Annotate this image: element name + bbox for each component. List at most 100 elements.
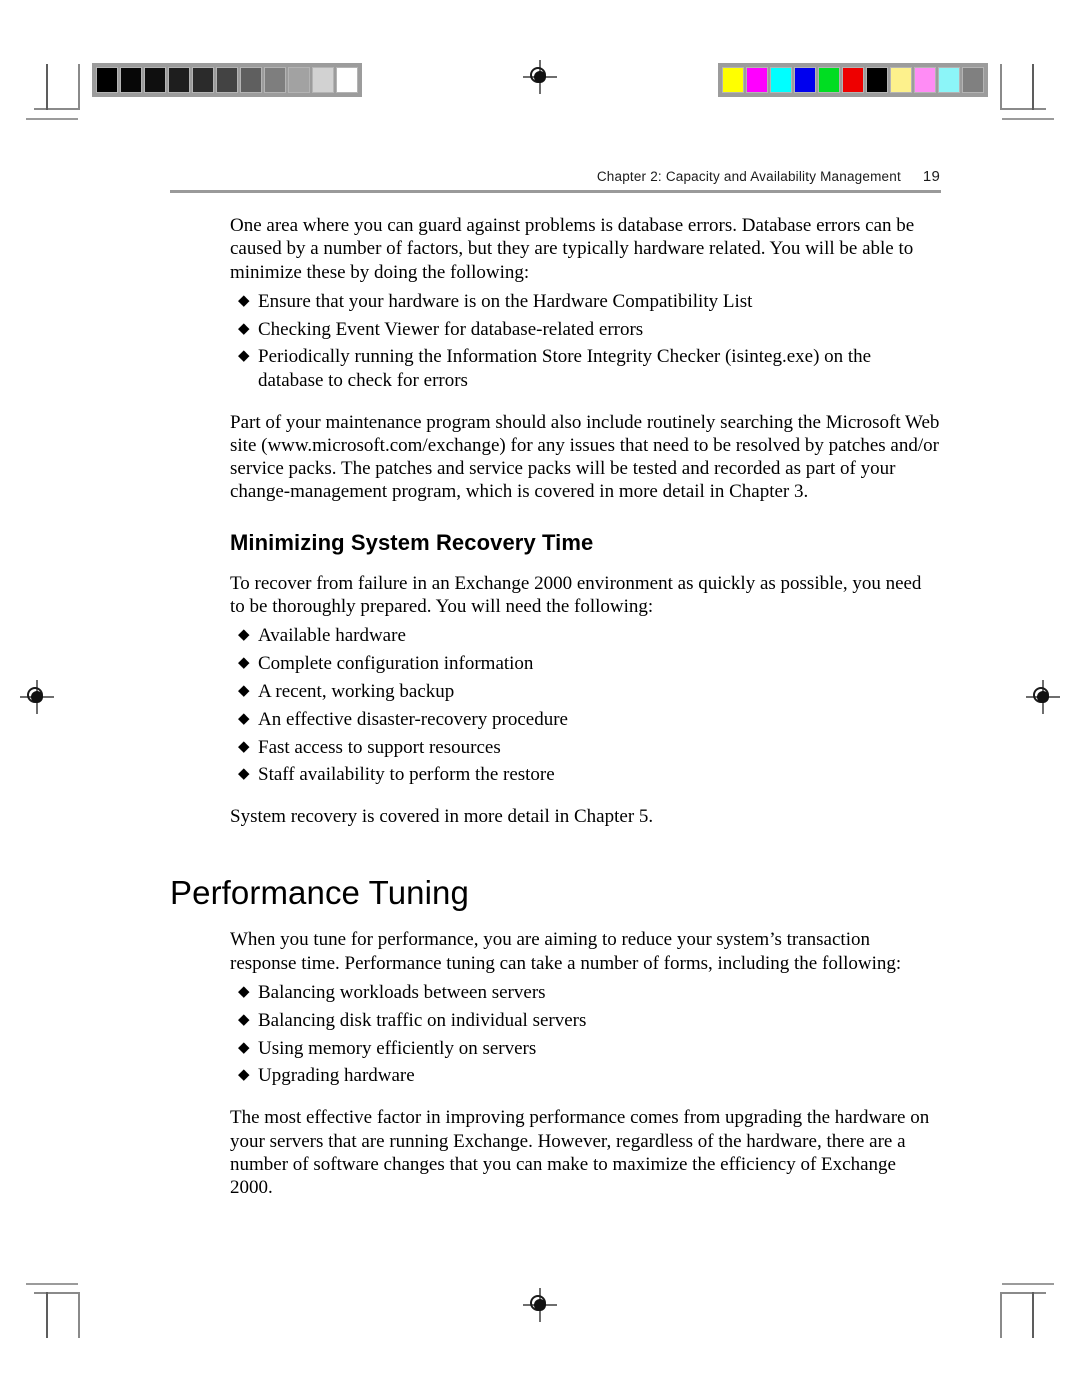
crop-tick-bottom-left [46,1292,48,1338]
calibration-patch-0 [722,67,744,93]
calibration-patch-9 [312,67,334,93]
diamond-bullet-icon: ◆ [238,1039,250,1056]
running-head-title: Chapter 2: Capacity and Availability Man… [596,169,901,184]
body-paragraph: Part of your maintenance program should … [230,411,940,503]
calibration-patch-3 [168,67,190,93]
calibration-patch-5 [842,67,864,93]
list-item-label: Using memory efficiently on servers [258,1037,537,1059]
crop-tick-bottom-right-bar [1002,1283,1054,1285]
page-number: 19 [922,168,940,185]
list-item-label: Upgrading hardware [258,1065,415,1087]
calibration-patch-8 [288,67,310,93]
body-paragraph: When you tune for performance, you are a… [230,929,902,974]
list-item: ◆ Periodically running the Information St… [230,345,940,392]
section-heading: Minimizing System Recovery Time [230,529,594,555]
diamond-bullet-icon: ◆ [238,292,250,309]
calibration-patch-3 [794,67,816,93]
diamond-bullet-icon: ◆ [238,627,250,644]
registration-target-icon-top [523,60,557,94]
crop-tick-bottom-left-bar [26,1283,78,1285]
calibration-patch-1 [120,67,142,93]
body-paragraph: To recover from failure in an Exchange 2… [230,572,922,618]
crop-mark-top-right-vertical [1000,64,1002,110]
body-paragraph: One area where you can guard against pro… [230,215,915,283]
calibration-patch-0 [96,67,118,93]
diamond-bullet-icon: ◆ [238,1011,250,1028]
list-item-label: A recent, working backup [258,680,455,702]
bullet-list: ◆ Ensure that your hardware is on the Har… [230,290,940,392]
calibration-patch-4 [192,67,214,93]
calibration-patch-10 [336,67,358,93]
list-item: ◆ Staff availability to perform the resto… [230,763,940,786]
calibration-patch-2 [770,67,792,93]
calibration-patch-9 [938,67,960,93]
calibration-patch-5 [216,67,238,93]
diamond-bullet-icon: ◆ [238,766,250,783]
crop-mark-bottom-left-horizontal [34,1292,80,1294]
crop-tick-top-left-bar [26,118,78,120]
crop-mark-bottom-right-horizontal [1000,1292,1046,1294]
calibration-patch-10 [962,67,984,93]
calibration-patch-7 [890,67,912,93]
calibration-patch-6 [866,67,888,93]
crop-mark-bottom-right-vertical [1000,1292,1002,1338]
list-item-label: Ensure that your hardware is on the Hard… [258,290,753,312]
color-calibration-strip [718,63,988,97]
diamond-bullet-icon: ◆ [238,738,250,755]
diamond-bullet-icon: ◆ [238,1067,250,1084]
diamond-bullet-icon: ◆ [238,710,250,727]
document-page: Chapter 2: Capacity and Availability Man… [0,0,1080,1397]
list-item: ◆ Fast access to support resources [230,736,940,759]
diamond-bullet-icon: ◆ [238,984,250,1001]
crop-mark-top-left-vertical [78,64,80,110]
list-item-label: Complete configuration information [258,653,534,675]
crop-tick-top-right [1032,64,1034,110]
crop-mark-top-right-horizontal [1000,108,1046,110]
header-rule-divider [170,190,941,193]
list-item-label: Staff availability to perform the restor… [258,764,555,786]
bullet-list: ◆ Balancing workloads between servers ◆ Bal… [230,981,940,1088]
list-item-label: Available hardware [258,625,406,647]
registration-dot [534,1299,546,1311]
list-item: ◆ Balancing workloads between servers [230,981,940,1004]
grayscale-calibration-strip [92,63,362,97]
list-item: ◆ A recent, working backup [230,680,940,703]
list-item: ◆ Upgrading hardware [230,1064,940,1087]
page-title: Performance Tuning [170,874,469,912]
crop-tick-top-left [46,64,48,110]
list-item: ◆ Balancing disk traffic on individual se… [230,1009,940,1032]
calibration-patch-4 [818,67,840,93]
diamond-bullet-icon: ◆ [238,320,250,337]
calibration-patch-6 [240,67,262,93]
list-item: ◆ Checking Event Viewer for database-rela… [230,318,940,341]
diamond-bullet-icon: ◆ [238,348,250,365]
crop-tick-bottom-right [1032,1292,1034,1338]
calibration-patch-2 [144,67,166,93]
diamond-bullet-icon: ◆ [238,655,250,672]
registration-dot [534,71,546,83]
body-paragraph: System recovery is covered in more detai… [230,806,654,828]
body-paragraph: The most effective factor in improving p… [230,1107,930,1199]
list-item: ◆ Available hardware [230,624,940,647]
calibration-patch-8 [914,67,936,93]
list-item-label: An effective disaster-recovery procedure [258,708,568,730]
list-item-label: Fast access to support resources [258,736,501,758]
list-item: ◆ Ensure that your hardware is on the Har… [230,290,940,313]
bullet-list: ◆ Available hardware ◆ Complete configurati… [230,624,940,786]
list-item-label: Balancing disk traffic on individual ser… [258,1009,587,1031]
crop-mark-bottom-left-vertical [78,1292,80,1338]
crop-mark-top-left-horizontal [34,108,80,110]
running-head: Chapter 2: Capacity and Availability Man… [170,168,940,185]
list-item-label: Balancing workloads between servers [258,982,546,1004]
list-item: ◆ Complete configuration information [230,652,940,675]
crop-tick-top-right-bar [1002,118,1054,120]
registration-target-icon-bottom [523,1288,557,1322]
list-item-label: Checking Event Viewer for database-relat… [258,318,644,340]
calibration-patch-1 [746,67,768,93]
page-body: One area where you can guard against pro… [0,214,1080,1199]
diamond-bullet-icon: ◆ [238,682,250,699]
list-item: ◆ Using memory efficiently on servers [230,1037,940,1060]
